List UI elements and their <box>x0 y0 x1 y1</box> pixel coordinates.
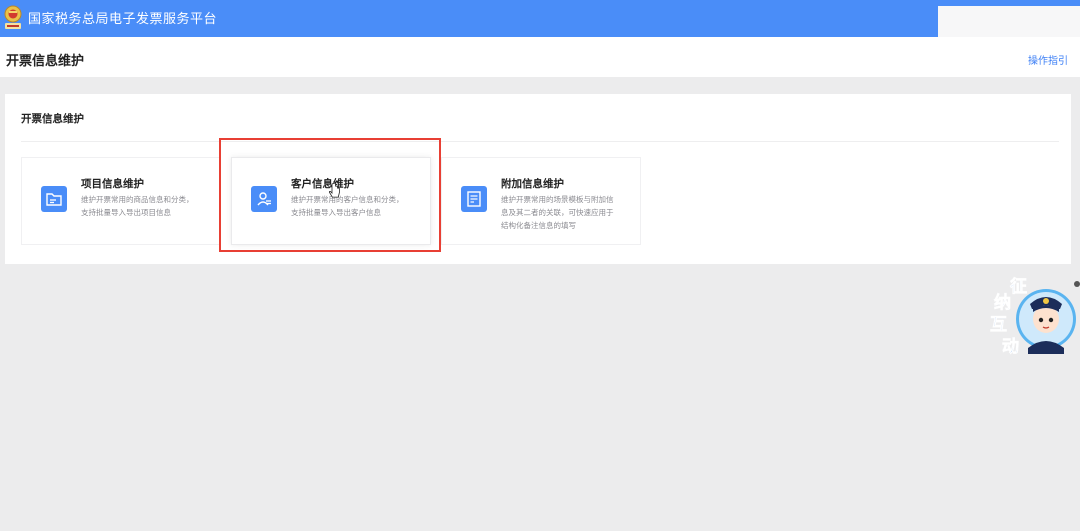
mascot-char: 纳 <box>994 292 1011 313</box>
card-desc-line: 维护开票常用的场景模板与附加信 <box>501 195 614 204</box>
hand-cursor-icon <box>329 183 340 198</box>
mascot-char: 动 <box>1002 337 1019 357</box>
user-card-icon <box>251 186 277 212</box>
card-description: 维护开票常用的场景模板与附加信 息及其二者的关联，可快速应用于 结构化备注信息的… <box>501 193 637 232</box>
card-title: 项目信息维护 <box>81 178 144 190</box>
user-area[interactable] <box>938 6 1080 37</box>
interactive-mascot-widget[interactable]: 征 纳 互 动 <box>988 276 1080 358</box>
top-bar: 国家税务总局电子发票服务平台 <box>0 0 1080 37</box>
page-title: 开票信息维护 <box>6 54 85 69</box>
mascot-char: 征 <box>1010 276 1027 297</box>
mascot-icon: 征 纳 互 动 <box>990 276 1080 357</box>
folder-edit-icon <box>41 186 67 212</box>
main-panel: 开票信息维护 项目信息维护 维护开票常用的商品信息和分类， 支持批量导入导出项目… <box>5 94 1071 264</box>
card-item-info[interactable]: 项目信息维护 维护开票常用的商品信息和分类， 支持批量导入导出项目信息 <box>21 157 221 245</box>
card-desc-line: 支持批量导入导出客户信息 <box>291 208 381 217</box>
card-desc-line: 结构化备注信息的填写 <box>501 221 576 230</box>
section-title: 开票信息维护 <box>21 113 84 125</box>
section-divider <box>21 141 1059 142</box>
operation-guide-link[interactable]: 操作指引 <box>1028 52 1068 67</box>
card-title: 附加信息维护 <box>501 178 564 190</box>
mascot-char: 互 <box>990 315 1007 335</box>
card-additional-info[interactable]: 附加信息维护 维护开票常用的场景模板与附加信 息及其二者的关联，可快速应用于 结… <box>441 157 641 245</box>
card-description: 维护开票常用的商品信息和分类， 支持批量导入导出项目信息 <box>81 193 217 219</box>
page-header: 开票信息维护 操作指引 <box>0 37 1080 77</box>
card-title: 客户信息维护 <box>291 178 354 190</box>
card-customer-info[interactable]: 客户信息维护 维护开票常用的客户信息和分类， 支持批量导入导出客户信息 <box>231 157 431 245</box>
tax-emblem-icon <box>4 5 22 29</box>
card-desc-line: 支持批量导入导出项目信息 <box>81 208 171 217</box>
card-desc-line: 维护开票常用的商品信息和分类， <box>81 195 194 204</box>
document-edit-icon <box>461 186 487 212</box>
card-description: 维护开票常用的客户信息和分类， 支持批量导入导出客户信息 <box>291 193 427 219</box>
card-desc-line: 维护开票常用的客户信息和分类， <box>291 195 404 204</box>
app-title: 国家税务总局电子发票服务平台 <box>28 12 218 27</box>
card-desc-line: 息及其二者的关联，可快速应用于 <box>501 208 614 217</box>
